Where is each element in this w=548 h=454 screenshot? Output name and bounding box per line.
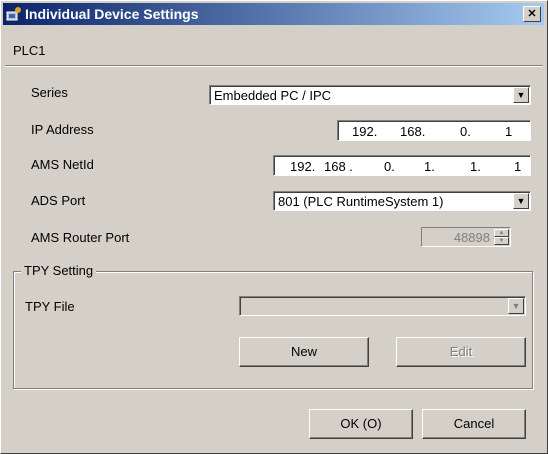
- new-button[interactable]: New: [239, 337, 369, 367]
- plc-name-label: PLC1: [13, 43, 46, 58]
- ok-button[interactable]: OK (O): [309, 409, 413, 439]
- chevron-down-icon[interactable]: ▼: [513, 193, 529, 209]
- tpy-setting-title: TPY Setting: [21, 263, 97, 278]
- ads-port-label: ADS Port: [31, 193, 86, 208]
- ams-router-port-spinner[interactable]: 48898 ▲ ▼: [421, 227, 511, 247]
- ams-router-port-value: 48898: [453, 230, 490, 245]
- ip-octet: 192.: [352, 124, 378, 139]
- close-button[interactable]: ✕: [523, 6, 541, 22]
- netid-octet: 168 .: [324, 159, 353, 174]
- dialog-window: Individual Device Settings ✕ PLC1 Series…: [0, 0, 548, 454]
- ads-port-dropdown[interactable]: 801 (PLC RuntimeSystem 1) ▼: [273, 191, 531, 211]
- cancel-button[interactable]: Cancel: [422, 409, 526, 439]
- ip-address-label: IP Address: [31, 122, 94, 137]
- ip-address-input[interactable]: 192. 168. 0. 1: [337, 120, 531, 141]
- ams-netid-label: AMS NetId: [31, 157, 94, 172]
- ams-router-port-label: AMS Router Port: [31, 230, 130, 245]
- ip-octet: 1: [505, 124, 513, 139]
- ip-octet: 168.: [400, 124, 426, 139]
- chevron-down-icon[interactable]: ▼: [508, 298, 524, 314]
- edit-button[interactable]: Edit: [396, 337, 526, 367]
- tpy-setting-group: [13, 271, 533, 389]
- spin-up-icon[interactable]: ▲: [494, 229, 509, 237]
- ams-netid-input[interactable]: 192. 168 . 0. 1. 1. 1: [273, 155, 531, 176]
- tpy-file-label: TPY File: [25, 299, 75, 314]
- title-bar[interactable]: Individual Device Settings ✕: [3, 3, 544, 25]
- spin-down-icon[interactable]: ▼: [494, 237, 509, 245]
- tpy-file-dropdown[interactable]: ▼: [239, 296, 526, 316]
- series-value: Embedded PC / IPC: [214, 88, 332, 103]
- netid-octet: 192.: [290, 159, 316, 174]
- ip-octet: 0.: [460, 124, 471, 139]
- window-title: Individual Device Settings: [25, 6, 199, 22]
- netid-octet: 1: [514, 159, 522, 174]
- netid-octet: 1.: [424, 159, 435, 174]
- chevron-down-icon[interactable]: ▼: [513, 87, 529, 103]
- series-dropdown[interactable]: Embedded PC / IPC ▼: [209, 85, 531, 105]
- ads-port-value: 801 (PLC RuntimeSystem 1): [278, 194, 444, 209]
- netid-octet: 1.: [470, 159, 481, 174]
- netid-octet: 0.: [384, 159, 395, 174]
- series-label: Series: [31, 85, 68, 100]
- app-icon: [6, 7, 21, 21]
